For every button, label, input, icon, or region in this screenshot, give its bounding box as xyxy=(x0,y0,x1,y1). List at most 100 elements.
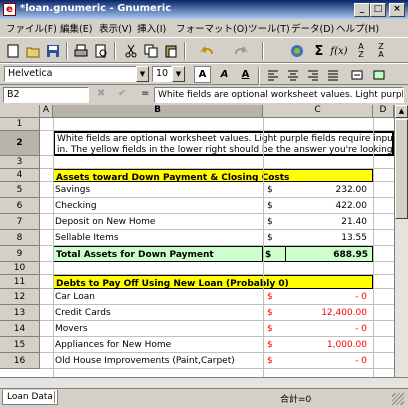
print-icon[interactable] xyxy=(72,42,90,60)
row-header[interactable]: 1 xyxy=(0,118,40,131)
paste-icon[interactable] xyxy=(162,42,180,60)
row-header[interactable]: 12 xyxy=(0,289,40,305)
cut-icon[interactable] xyxy=(122,42,140,60)
debt-label[interactable]: Old House Improvements (Paint,Carpet) xyxy=(53,353,263,369)
debt-label[interactable]: Movers xyxy=(53,321,263,337)
asset-label[interactable]: Savings xyxy=(53,182,263,198)
open-file-icon[interactable] xyxy=(24,42,42,60)
print-preview-icon[interactable] xyxy=(92,42,110,60)
debt-value[interactable]: 1,000.00 xyxy=(285,337,369,353)
function-icon[interactable]: f(x) xyxy=(330,42,348,60)
currency-symbol[interactable]: $ xyxy=(265,182,285,198)
currency-symbol[interactable]: $ xyxy=(265,337,285,353)
total-assets-value[interactable]: 688.95 xyxy=(285,246,373,262)
asset-label[interactable]: Deposit on New Home xyxy=(53,214,263,230)
vertical-scrollbar[interactable]: ▲ xyxy=(394,105,408,377)
column-header-b[interactable]: B xyxy=(53,105,263,118)
save-icon[interactable] xyxy=(44,42,62,60)
currency-symbol[interactable]: $ xyxy=(265,321,285,337)
debt-label[interactable]: Credit Cards xyxy=(53,305,263,321)
currency-symbol[interactable]: $ xyxy=(265,289,285,305)
chevron-down-icon[interactable]: ▼ xyxy=(136,66,149,82)
currency-symbol[interactable]: $ xyxy=(265,214,285,230)
sort-ascending-icon[interactable]: AZ xyxy=(352,42,370,60)
menu-item[interactable]: 挿入(I) xyxy=(137,21,166,35)
accept-edit-icon[interactable]: ✔ xyxy=(118,88,126,99)
title-bar[interactable]: e *loan.gnumeric - Gnumeric _ □ × xyxy=(0,0,408,19)
enter-formula-icon[interactable]: = xyxy=(141,88,149,99)
gnumeric-app-icon[interactable]: e xyxy=(3,3,16,16)
copy-icon[interactable] xyxy=(142,42,160,60)
section-heading-debts[interactable]: Debts to Pay Off Using New Loan (Probabl… xyxy=(53,275,373,289)
currency-symbol[interactable]: $ xyxy=(265,305,285,321)
menu-item[interactable]: データ(D) xyxy=(291,21,334,35)
resize-grip-icon[interactable] xyxy=(392,393,404,405)
section-heading-assets[interactable]: Assets toward Down Payment & Closing Cos… xyxy=(53,169,373,182)
currency-symbol[interactable]: $ xyxy=(265,198,285,214)
currency-symbol[interactable]: $ xyxy=(265,353,285,369)
row-header[interactable]: 15 xyxy=(0,337,40,353)
debt-value[interactable]: 12,400.00 xyxy=(285,305,369,321)
font-name-select[interactable]: Helvetica xyxy=(4,66,137,82)
row-header[interactable]: 8 xyxy=(0,230,40,246)
debt-value[interactable]: - 0 xyxy=(285,353,369,369)
justify-icon[interactable] xyxy=(324,66,342,84)
currency-symbol[interactable]: $ xyxy=(265,230,285,246)
menu-item[interactable]: 編集(E) xyxy=(60,21,92,35)
align-center-icon[interactable] xyxy=(284,66,302,84)
sort-descending-icon[interactable]: ZA xyxy=(372,42,390,60)
currency-format-icon[interactable] xyxy=(370,66,388,84)
scroll-up-icon[interactable]: ▲ xyxy=(395,105,408,118)
row-header[interactable]: 4 xyxy=(0,169,40,182)
asset-label[interactable]: Sellable Items xyxy=(53,230,263,246)
row-header[interactable]: 9 xyxy=(0,246,40,262)
minimize-button[interactable]: _ xyxy=(354,3,370,17)
menu-item[interactable]: ツール(T) xyxy=(248,21,290,35)
row-header[interactable]: 7 xyxy=(0,214,40,230)
maximize-button[interactable]: □ xyxy=(370,3,386,17)
row-header[interactable]: 11 xyxy=(0,275,40,289)
row-header[interactable]: 13 xyxy=(0,305,40,321)
select-all-corner[interactable] xyxy=(0,105,40,118)
redo-icon[interactable] xyxy=(232,42,250,60)
row-header[interactable]: 3 xyxy=(0,156,40,169)
undo-icon[interactable] xyxy=(198,42,216,60)
asset-value[interactable]: 422.00 xyxy=(285,198,369,214)
cancel-edit-icon[interactable]: ✖ xyxy=(97,88,105,99)
asset-value[interactable]: 232.00 xyxy=(285,182,369,198)
row-header[interactable]: 5 xyxy=(0,182,40,198)
bold-button[interactable]: A xyxy=(194,66,211,83)
formula-input[interactable]: White fields are optional worksheet valu… xyxy=(154,87,404,103)
hyperlink-icon[interactable] xyxy=(288,42,306,60)
row-header[interactable]: 10 xyxy=(0,262,40,275)
debt-label[interactable]: Appliances for New Home xyxy=(53,337,263,353)
underline-button[interactable]: A xyxy=(237,66,254,83)
column-header-a[interactable]: A xyxy=(40,105,53,118)
asset-label[interactable]: Checking xyxy=(53,198,263,214)
scroll-thumb[interactable] xyxy=(395,119,408,219)
total-assets-label[interactable]: Total Assets for Down Payment xyxy=(53,246,263,262)
menu-item[interactable]: 表示(V) xyxy=(99,21,132,35)
sum-icon[interactable]: Σ xyxy=(310,42,328,60)
merge-cells-icon[interactable] xyxy=(348,66,366,84)
new-file-icon[interactable] xyxy=(4,42,22,60)
menu-item[interactable]: ファイル(F) xyxy=(6,21,57,35)
debt-value[interactable]: - 0 xyxy=(285,289,369,305)
asset-value[interactable]: 21.40 xyxy=(285,214,369,230)
row-header[interactable]: 14 xyxy=(0,321,40,337)
currency-symbol[interactable]: $ xyxy=(263,246,285,262)
column-header-d[interactable]: D xyxy=(373,105,394,118)
sheet-tab-loan-data[interactable]: Loan Data xyxy=(2,390,58,405)
align-right-icon[interactable] xyxy=(304,66,322,84)
menu-item[interactable]: フォーマット(O) xyxy=(176,21,248,35)
debt-value[interactable]: - 0 xyxy=(285,321,369,337)
align-left-icon[interactable] xyxy=(264,66,282,84)
row-header[interactable]: 6 xyxy=(0,198,40,214)
cell-reference-field[interactable]: B2 xyxy=(3,87,89,103)
row-header[interactable]: 16 xyxy=(0,353,40,369)
horizontal-scrollbar[interactable] xyxy=(0,377,408,388)
column-header-c[interactable]: C xyxy=(263,105,373,118)
row-header[interactable]: 2 xyxy=(0,131,40,156)
chevron-down-icon[interactable]: ▼ xyxy=(172,66,185,82)
close-button[interactable]: × xyxy=(389,3,405,17)
